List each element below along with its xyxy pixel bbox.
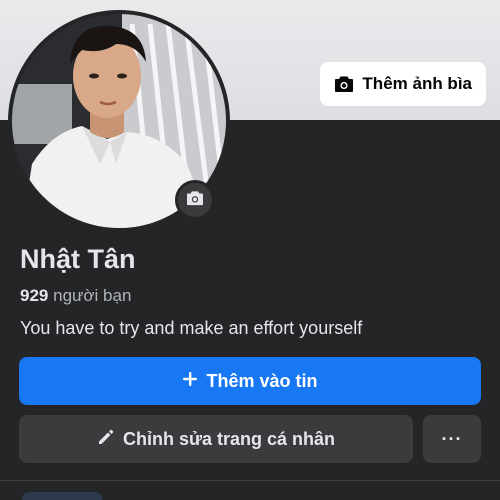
add-cover-photo-label: Thêm ảnh bìa (362, 74, 472, 93)
friends-number: 929 (20, 286, 49, 305)
more-options-label: ··· (441, 428, 463, 449)
edit-profile-button[interactable]: Chỉnh sửa trang cá nhân (19, 415, 413, 463)
pencil-icon (97, 428, 115, 451)
friends-count[interactable]: 929 người bạn (20, 286, 131, 306)
add-to-story-label: Thêm vào tin (206, 370, 318, 391)
next-section-peek (22, 492, 102, 500)
camera-icon (334, 74, 354, 94)
profile-name: Nhật Tân (20, 244, 136, 274)
camera-icon (186, 190, 204, 211)
add-to-story-button[interactable]: Thêm vào tin (19, 357, 481, 405)
change-avatar-button[interactable] (175, 180, 215, 220)
edit-profile-label: Chỉnh sửa trang cá nhân (122, 428, 336, 449)
more-options-button[interactable]: ··· (423, 415, 481, 463)
plus-icon (182, 371, 198, 392)
friends-label: người bạn (53, 286, 132, 305)
add-cover-photo-button[interactable]: Thêm ảnh bìa (320, 62, 486, 106)
profile-bio: You have to try and make an effort yours… (20, 318, 363, 338)
section-divider (0, 480, 500, 481)
